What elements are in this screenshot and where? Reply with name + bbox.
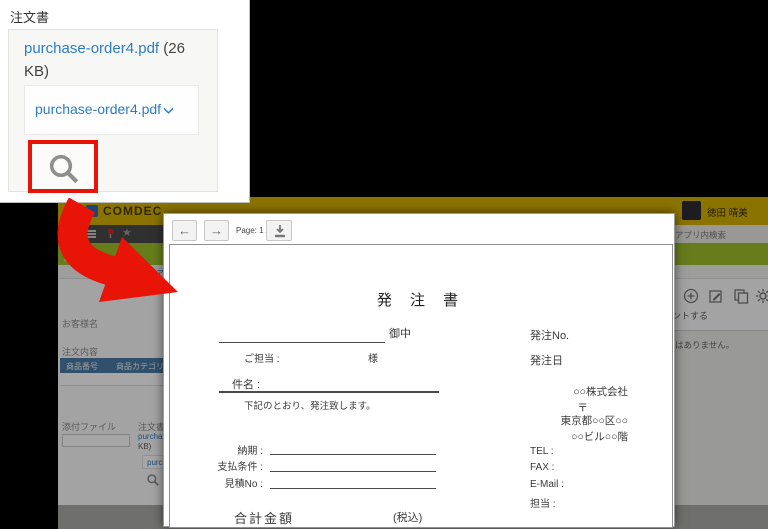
doc-gotanto: ご担当 : xyxy=(244,350,280,365)
doc-fax: FAX : xyxy=(530,462,554,473)
callout-attachment-group: purchase-order4.pdf (26 KB) purchase-ord… xyxy=(8,29,218,192)
space-title[interactable]: 総務部 xyxy=(64,247,100,264)
download-button[interactable] xyxy=(266,220,292,241)
doc-line xyxy=(270,488,436,489)
comdec-logo-icon xyxy=(86,205,98,217)
app-search-placeholder: アプリ内検索 xyxy=(675,229,726,241)
doc-zeikomi: (税込) xyxy=(393,509,422,525)
doc-intro: 下記のとおり、発注致します。 xyxy=(244,398,376,412)
doc-tel: TEL : xyxy=(530,446,554,457)
subtable-header-product-no: 商品番号 xyxy=(66,361,98,372)
doc-company: ○○株式会社 xyxy=(573,384,628,399)
doc-shiharai: 支払条件 : xyxy=(217,458,263,473)
magnifier-highlight-box xyxy=(28,140,98,193)
comment-panel: コメントはありません。 xyxy=(666,330,768,529)
doc-email: E-Mail : xyxy=(530,479,564,490)
page-forward-button[interactable]: → xyxy=(204,220,229,241)
copy-record-icon[interactable] xyxy=(733,288,749,304)
field-label-attachment: 添付ファイル xyxy=(62,420,116,433)
avatar[interactable] xyxy=(682,201,701,220)
file-download-link[interactable]: purchase-order4.pdf (26 KB) xyxy=(24,37,212,83)
pdf-preview-modal: ← → Page: 1 / 1 発 注 書 御中 ご担当 : 様 件名 : 下記… xyxy=(163,213,675,527)
doc-sama: 様 xyxy=(368,350,378,365)
settings-gear-icon[interactable] xyxy=(755,288,768,304)
file-dropdown-box[interactable]: purchase-order4.pdf xyxy=(24,85,199,135)
add-record-icon[interactable] xyxy=(683,288,699,304)
edit-record-icon[interactable] xyxy=(708,288,724,304)
doc-title: 発 注 書 xyxy=(170,289,672,310)
favorite-star-icon[interactable]: ★ xyxy=(122,227,132,240)
callout-field-label: 注文書 xyxy=(10,7,49,26)
doc-hatchu-no: 発注No. xyxy=(530,327,569,343)
comdec-logo-text[interactable]: COMDEC xyxy=(103,204,162,218)
chevron-down-icon xyxy=(163,107,174,115)
page-back-button[interactable]: ← xyxy=(172,220,197,241)
doc-onchu: 御中 xyxy=(389,325,411,341)
doc-line xyxy=(219,391,439,393)
file-dropdown-label[interactable]: purchase-order4.pdf xyxy=(35,101,161,117)
subtable-header-category: 商品カテゴリ xyxy=(116,361,164,372)
doc-address1: 東京都○○区○○ xyxy=(561,413,628,428)
attachment-zoom-callout: 注文書 purchase-order4.pdf (26 KB) purchase… xyxy=(0,0,250,203)
doc-address2: ○○ビル○○階 xyxy=(571,429,628,444)
screenshot-root: COMDEC 徳田 晴美 ★ アプリ内検索 総務部 スペース : 総務部 アプリ… xyxy=(0,0,768,529)
doc-goukei: 合計金額 xyxy=(234,508,294,527)
doc-hatchu-date: 発注日 xyxy=(530,352,563,368)
field-label-customer: お客様名 xyxy=(62,317,98,330)
field-label-order-content: 注文内容 xyxy=(62,345,98,358)
attachment-empty-box xyxy=(62,434,130,447)
preview-magnifier-icon[interactable] xyxy=(46,151,82,187)
doc-tanto: 担当 : xyxy=(530,495,556,510)
hamburger-icon[interactable] xyxy=(85,230,96,238)
doc-line xyxy=(219,342,385,343)
doc-line xyxy=(270,454,436,455)
breadcrumb-space-link[interactable]: 総務部 xyxy=(126,269,150,278)
doc-line xyxy=(270,471,436,472)
doc-mitsumori: 見積No : xyxy=(225,475,263,490)
doc-nouki: 納期 : xyxy=(237,442,263,457)
notification-pin-icon[interactable] xyxy=(106,228,115,239)
user-name[interactable]: 徳田 晴美 xyxy=(707,205,748,219)
preview-magnifier-icon-small[interactable] xyxy=(146,473,160,487)
pdf-document-page: 発 注 書 御中 ご担当 : 様 件名 : 下記のとおり、発注致します。 納期 … xyxy=(169,244,673,528)
breadcrumb-space-label: スペース : xyxy=(88,269,124,278)
download-icon xyxy=(273,224,287,238)
doc-kenmei: 件名 : xyxy=(232,376,260,392)
